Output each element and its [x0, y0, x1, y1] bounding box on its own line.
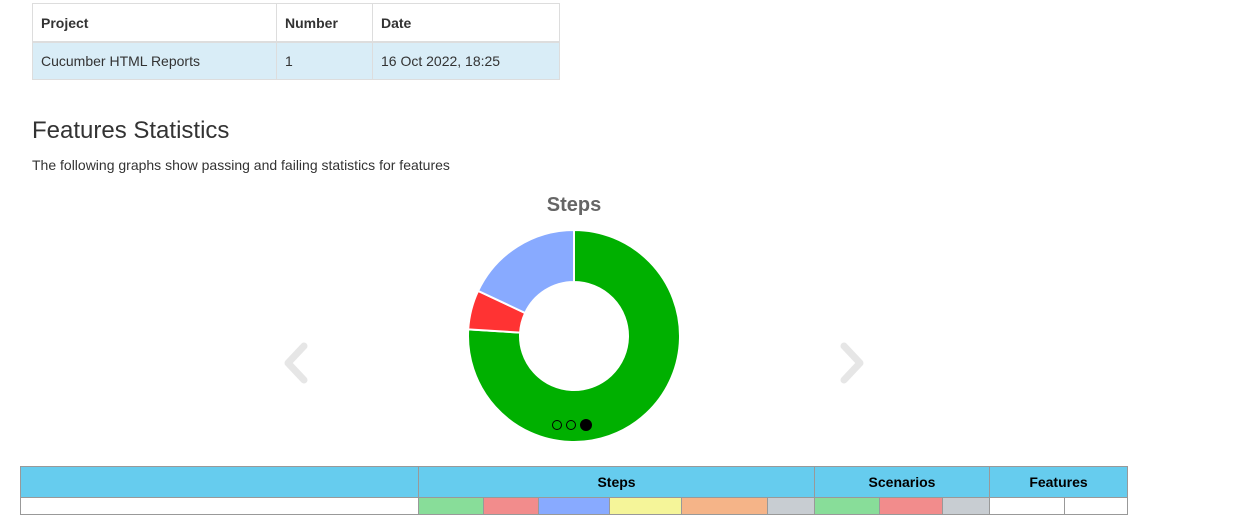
- carousel-prev-button[interactable]: [278, 338, 318, 388]
- chevron-left-icon: [284, 342, 308, 384]
- report-info-header-row: Project Number Date: [32, 3, 560, 43]
- carousel-indicator-1[interactable]: [552, 420, 562, 430]
- scenarios-subheader-cell-2: [879, 497, 943, 515]
- features-statistics-heading: Features Statistics: [32, 117, 230, 144]
- steps-subheader-cell-1: [418, 497, 484, 515]
- carousel-indicator-2[interactable]: [566, 420, 576, 430]
- steps-subheader-cell-3: [538, 497, 610, 515]
- steps-subheader-cell-6: [767, 497, 815, 515]
- project-name-cell: Cucumber HTML Reports: [32, 41, 277, 80]
- steps-group-header: Steps: [418, 466, 815, 498]
- features-subheader-cell-2: [1064, 497, 1128, 515]
- header-number: Number: [276, 3, 373, 43]
- features-stats-table: Steps Scenarios Features: [20, 466, 1128, 515]
- carousel-indicator-3[interactable]: [580, 419, 592, 431]
- features-group-header: Features: [989, 466, 1128, 498]
- stats-subheader-row: [20, 497, 1128, 515]
- carousel-indicators: [552, 418, 592, 432]
- steps-donut-chart: [467, 228, 681, 443]
- report-info-table: Project Number Date Cucumber HTML Report…: [32, 3, 560, 80]
- features-statistics-description: The following graphs show passing and fa…: [32, 157, 450, 173]
- scenarios-subheader-cell-1: [814, 497, 880, 515]
- report-info-row: Cucumber HTML Reports 1 16 Oct 2022, 18:…: [32, 41, 560, 80]
- chart-carousel: Steps: [270, 185, 880, 447]
- scenarios-subheader-cell-3: [942, 497, 990, 515]
- steps-subheader-cell-4: [609, 497, 682, 515]
- chevron-right-icon: [840, 342, 864, 384]
- features-subheader-cell-1: [989, 497, 1065, 515]
- stats-label-header: [20, 466, 419, 498]
- stats-group-header-row: Steps Scenarios Features: [20, 466, 1128, 498]
- stats-label-subheader: [20, 497, 419, 515]
- steps-subheader-cell-2: [483, 497, 539, 515]
- steps-subheader-cell-5: [681, 497, 768, 515]
- report-date-cell: 16 Oct 2022, 18:25: [372, 41, 560, 80]
- header-date: Date: [372, 3, 560, 43]
- build-number-cell: 1: [276, 41, 373, 80]
- carousel-next-button[interactable]: [830, 338, 870, 388]
- scenarios-group-header: Scenarios: [814, 466, 990, 498]
- header-project: Project: [32, 3, 277, 43]
